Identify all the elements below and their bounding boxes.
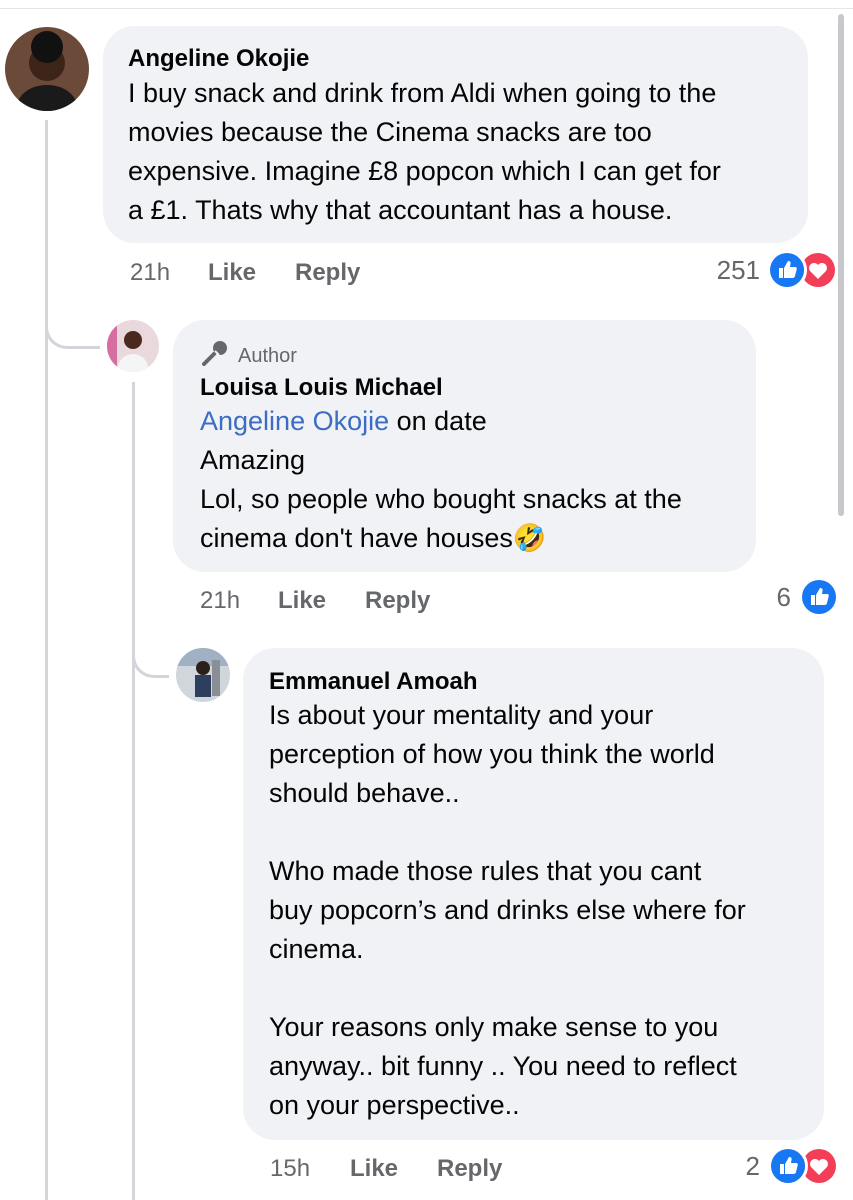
author-name[interactable]: Louisa Louis Michael: [200, 374, 443, 402]
like-icon: [768, 1146, 808, 1186]
avatar-angeline[interactable]: [5, 27, 89, 111]
mention-line: Angeline Okojie on date: [200, 402, 740, 441]
avatar-louisa[interactable]: [107, 320, 159, 372]
thread-connector-1: [45, 312, 100, 349]
avatar-photo: [107, 320, 159, 372]
author-name[interactable]: Emmanuel Amoah: [269, 668, 478, 696]
thread-line-2: [132, 382, 135, 1200]
comment-text: Is about your mentality and your percept…: [269, 700, 746, 1120]
reaction-count[interactable]: 2: [700, 1151, 760, 1182]
thread-connector-2: [132, 640, 169, 678]
timestamp[interactable]: 15h: [270, 1155, 310, 1183]
mention-link[interactable]: Angeline Okojie: [200, 406, 389, 436]
avatar-emmanuel[interactable]: [176, 648, 230, 702]
comment-text-body: Amazing Lol, so people who bought snacks…: [200, 445, 682, 553]
reaction-count[interactable]: 251: [700, 255, 760, 286]
avatar-photo: [176, 648, 230, 702]
microphone-icon: [200, 340, 230, 372]
like-button[interactable]: Like: [278, 587, 326, 615]
author-name[interactable]: Angeline Okojie: [128, 45, 309, 73]
comment-text: I buy snack and drink from Aldi when goi…: [128, 78, 721, 225]
top-divider: [0, 8, 853, 9]
author-badge-label: Author: [238, 344, 297, 367]
timestamp[interactable]: 21h: [200, 587, 240, 615]
scrollbar[interactable]: [838, 14, 844, 516]
like-button[interactable]: Like: [208, 259, 256, 287]
author-badge: Author: [200, 340, 297, 372]
reaction-count[interactable]: 6: [731, 582, 791, 613]
reply-button[interactable]: Reply: [365, 587, 430, 615]
timestamp[interactable]: 21h: [130, 259, 170, 287]
avatar-photo: [5, 27, 89, 111]
comment-text: Amazing Lol, so people who bought snacks…: [200, 441, 750, 558]
rofl-emoji: 🤣: [512, 523, 547, 553]
reply-button[interactable]: Reply: [295, 259, 360, 287]
like-button[interactable]: Like: [350, 1155, 398, 1183]
reply-button[interactable]: Reply: [437, 1155, 502, 1183]
thread-line-1: [45, 120, 48, 1200]
mention-suffix: on date: [389, 406, 487, 436]
like-icon: [767, 250, 807, 290]
like-icon: [799, 577, 839, 617]
